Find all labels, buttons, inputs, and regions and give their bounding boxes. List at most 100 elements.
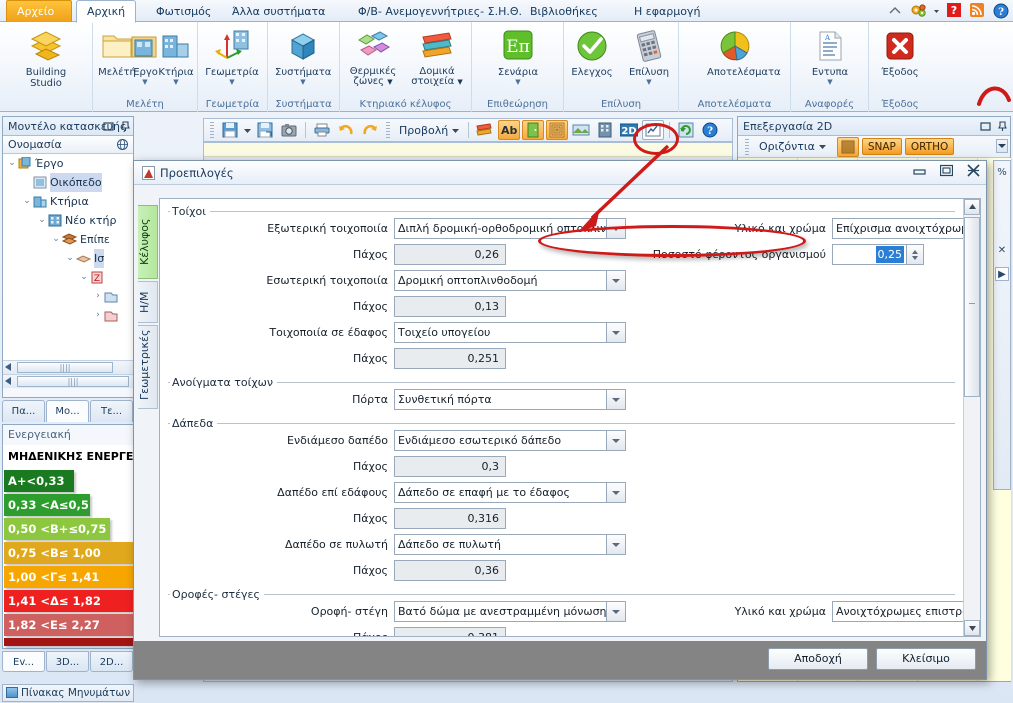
save-as-icon[interactable]	[254, 120, 276, 140]
text-ab-icon[interactable]: Ab	[498, 120, 521, 140]
print-icon[interactable]	[311, 120, 333, 140]
message-panel-bar[interactable]: Πίνακας Μηνυμάτων	[2, 684, 134, 702]
chevron-down-icon[interactable]: ▼	[621, 78, 677, 86]
combo-pilotis-floor[interactable]: Δάπεδο σε πυλωτή	[394, 534, 626, 555]
combo-ground-floor[interactable]: Δάπεδο σε επαφή με το έδαφος	[394, 482, 626, 503]
restore-icon[interactable]	[980, 119, 991, 138]
ribbon-tab-application[interactable]: Η εφαρμογή	[624, 1, 710, 22]
toolbar-grip[interactable]	[386, 122, 390, 138]
spin-structural-percentage-value[interactable]: 0,25	[875, 246, 904, 263]
mini-tab-te[interactable]: Τε...	[90, 400, 133, 422]
gears-icon[interactable]	[910, 3, 926, 19]
close-button[interactable]: Κλείσιμο	[876, 648, 976, 670]
minimize-icon[interactable]	[913, 161, 926, 185]
combo-roof-material-color[interactable]: Ανοιχτόχρωμες επιστρώσεις στεγών ή δωμ…	[832, 601, 980, 622]
ribbon-tab-lighting[interactable]: Φωτισμός	[146, 1, 221, 22]
chevron-down-icon[interactable]	[606, 535, 625, 554]
view-dropdown[interactable]: Προβολή	[395, 124, 463, 137]
layers-icon[interactable]	[474, 120, 496, 140]
ribbon-tab-other-systems[interactable]: Άλλα συστήματα	[222, 1, 335, 22]
chevron-down-icon[interactable]	[606, 323, 625, 342]
redo-icon[interactable]	[359, 120, 381, 140]
toolbar-grip[interactable]	[745, 138, 749, 155]
expander-icon[interactable]: ⌄	[49, 230, 63, 249]
save-dropdown-icon[interactable]	[243, 120, 252, 140]
ribbon-item-exodos[interactable]: Έξοδος	[872, 25, 928, 78]
dialog-form-scroll-area[interactable]: Τοίχοι Εξωτερική τοιχοποιία Διπλή δρομικ…	[159, 198, 981, 637]
tree-node-zone[interactable]: ⌄ Ζ	[3, 268, 133, 287]
accept-button[interactable]: Αποδοχή	[768, 648, 868, 670]
tree-node-site[interactable]: Οικόπεδο	[3, 173, 133, 192]
chevron-down-icon[interactable]	[933, 3, 940, 19]
ribbon-item-elegxos[interactable]: Ελεγχος	[564, 25, 620, 78]
dialog-tab-kelyfos[interactable]: Κέλυφος	[138, 205, 158, 279]
snap-button[interactable]: SNAP	[861, 138, 902, 155]
view-tab-energy[interactable]: Ev...	[2, 651, 45, 672]
dialog-title-bar[interactable]: Προεπιλογές	[134, 161, 986, 185]
ribbon-item-epilysi[interactable]: Επίλυση ▼	[621, 25, 677, 86]
scroll-thumb[interactable]	[964, 217, 980, 397]
model-tree[interactable]: ⌄ Έργο Οικόπεδο ⌄ Κτήρια ⌄ Νέο κτήρ ⌄ Επ…	[3, 154, 133, 360]
expander-icon[interactable]: ⌄	[35, 211, 49, 230]
combo-exterior-wall[interactable]: Διπλή δρομική-ορθοδρομική οπτοπλινθοδομή	[394, 218, 626, 239]
combo-interior-wall[interactable]: Δρομική οπτοπλινθοδομή	[394, 270, 626, 291]
chevron-down-icon[interactable]	[606, 271, 625, 290]
orientation-dropdown[interactable]: Οριζόντια	[755, 140, 830, 153]
ribbon-item-scenarios[interactable]: Επ Σενάρια ▼	[490, 25, 546, 86]
ribbon-item-systimata[interactable]: Συστήματα ▼	[275, 25, 331, 86]
scroll-thumb[interactable]: ||||	[17, 362, 113, 373]
chevron-down-icon[interactable]	[606, 431, 625, 450]
spinner-buttons[interactable]	[906, 245, 923, 264]
snapshot-icon[interactable]	[278, 120, 300, 140]
tree-node-buildings[interactable]: ⌄ Κτήρια	[3, 192, 133, 211]
tree-hscrollbar-outer[interactable]: ||||	[3, 374, 133, 388]
ribbon-item-structural-elements[interactable]: Δομικά στοιχεία ▼	[406, 25, 468, 87]
tree-node-level[interactable]: ⌄ Ισ	[3, 249, 133, 268]
expander-icon[interactable]: ⌄	[63, 249, 77, 268]
refresh-icon[interactable]	[675, 120, 697, 140]
maximize-icon[interactable]	[939, 161, 954, 185]
spinner-down-icon[interactable]	[912, 255, 918, 260]
ribbon-tab-libraries[interactable]: Βιβλιοθήκες	[520, 1, 608, 22]
ribbon-item-geometria[interactable]: Γεωμετρία ▼	[204, 25, 260, 86]
tree-node-group-1[interactable]: ›	[3, 287, 133, 306]
expander-icon[interactable]: ›	[91, 287, 105, 306]
close-x-icon[interactable]: ✕	[995, 243, 1009, 257]
toolbar-grip[interactable]	[210, 122, 214, 138]
hatch-icon[interactable]	[546, 120, 569, 140]
pin-icon[interactable]	[998, 119, 1007, 138]
dialog-form-scrollbar[interactable]	[963, 199, 980, 636]
tree-node-group-2[interactable]: ›	[3, 306, 133, 325]
rss-icon[interactable]	[970, 3, 986, 19]
combo-intermediate-floor[interactable]: Ενδιάμεσο εσωτερικό δάπεδο	[394, 430, 626, 451]
terrain-icon[interactable]	[570, 120, 592, 140]
tree-node-project[interactable]: ⌄ Έργο	[3, 154, 133, 173]
door-icon[interactable]	[522, 120, 545, 140]
ribbon-item-thermal-zones[interactable]: Θερμικές ζώνες ▼	[342, 25, 404, 87]
spin-structural-percentage[interactable]: 0,25	[832, 244, 924, 265]
scroll-thumb[interactable]: ||||	[17, 376, 129, 387]
combo-door[interactable]: Συνθετική πόρτα	[394, 389, 626, 410]
tree-hscrollbar-inner[interactable]: ||||	[3, 360, 133, 374]
scroll-left-icon[interactable]	[5, 377, 11, 385]
scroll-down-icon[interactable]	[964, 620, 980, 636]
help-red-icon[interactable]: ?	[947, 3, 963, 19]
ribbon-tab-pv-wind[interactable]: Φ/Β- Ανεμογεννήτριες- Σ.Η.Θ.	[348, 1, 532, 22]
spinner-up-icon[interactable]	[912, 249, 918, 254]
ribbon-tab-file[interactable]: Αρχείο	[6, 0, 72, 22]
chevron-down-icon[interactable]: ▼	[490, 78, 546, 86]
combo-roof[interactable]: Βατό δώμα με ανεστραμμένη μόνωση	[394, 601, 626, 622]
building-view-icon[interactable]	[594, 120, 616, 140]
chevron-down-icon[interactable]: ▼	[275, 78, 331, 86]
expander-icon[interactable]: ⌄	[5, 154, 19, 173]
2d-icon[interactable]: 2D	[618, 120, 640, 140]
undo-icon[interactable]	[335, 120, 357, 140]
edit-2d-icon[interactable]	[642, 120, 665, 140]
ribbon-item-building-studio[interactable]: Building Studio	[18, 25, 74, 89]
dialog-tab-hm[interactable]: Η/Μ	[138, 281, 158, 323]
chevron-down-icon[interactable]: ▼	[153, 78, 199, 86]
percent-icon[interactable]: %	[995, 165, 1009, 179]
close-icon[interactable]	[967, 161, 980, 185]
ribbon-tab-home[interactable]: Αρχική	[76, 0, 137, 23]
grid-snap-icon[interactable]	[836, 136, 859, 157]
